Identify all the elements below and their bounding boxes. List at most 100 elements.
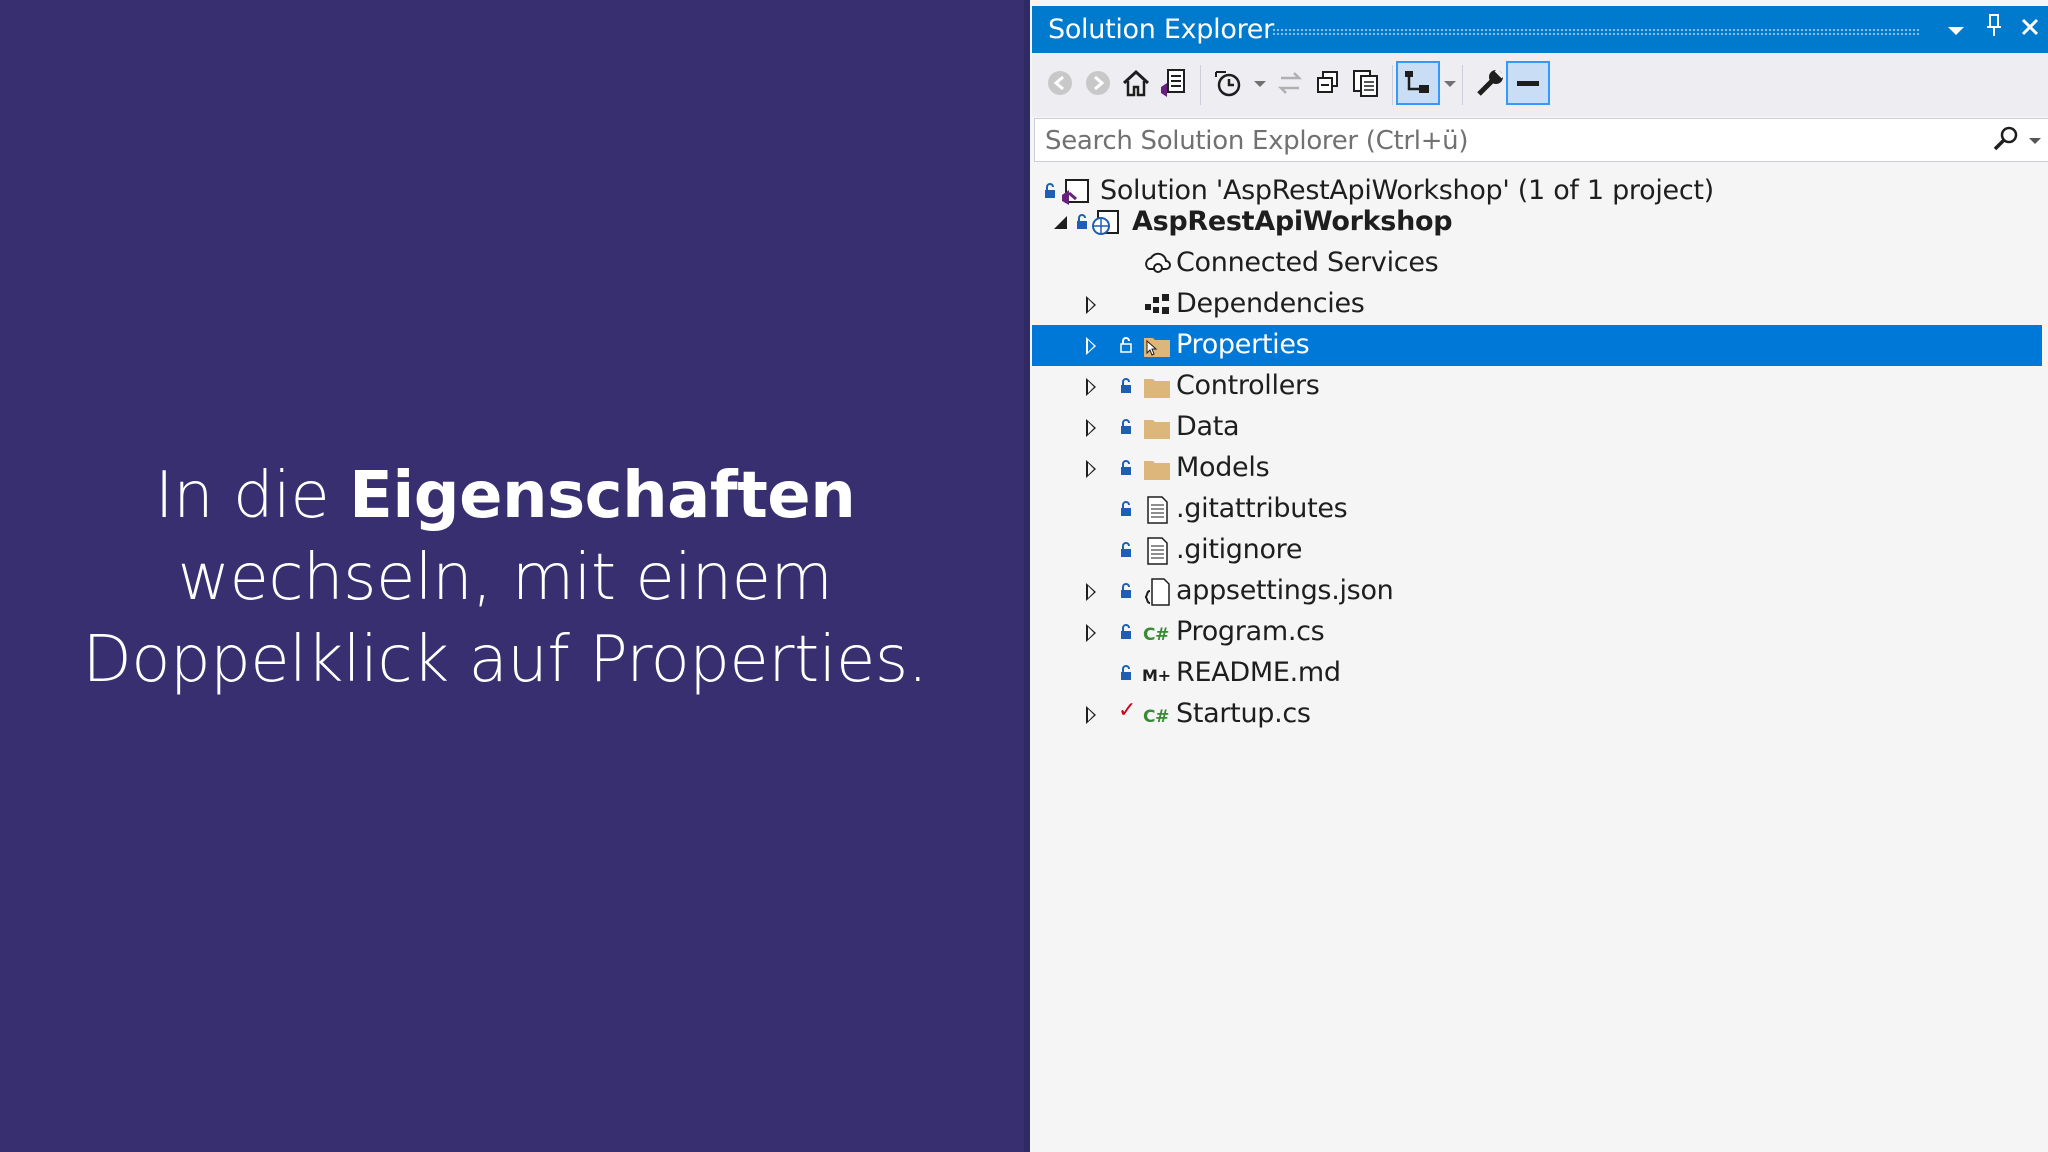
properties-folder-icon (1144, 338, 1170, 357)
markdown-file-icon: M+ (1142, 666, 1171, 685)
web-project-icon (1092, 210, 1119, 235)
csharp-file-icon: C# (1143, 625, 1169, 645)
lock-icon (1121, 583, 1131, 598)
tree-item-label: .gitignore (1176, 534, 1303, 565)
tree-item-dependencies[interactable]: Dependencies (1032, 284, 2042, 325)
switch-views-icon (1161, 69, 1185, 97)
expand-arrow-icon[interactable] (1086, 460, 1096, 478)
lock-icon (1121, 419, 1131, 434)
toolbar-separator (1200, 65, 1201, 105)
tree-item-label: Data (1176, 411, 1240, 442)
solution-explorer: Solution Explorer Search Solution Explor… (1024, 0, 2048, 1152)
tree-item-data[interactable]: Data (1032, 407, 2042, 448)
tree-item-models[interactable]: Models (1032, 448, 2042, 489)
expand-arrow-icon[interactable] (1086, 378, 1096, 396)
lock-icon (1045, 183, 1055, 198)
tree-item-startup-cs[interactable]: ✓ C# Startup.cs (1032, 694, 2042, 735)
tree-item-label: Connected Services (1176, 247, 1439, 278)
toolbar-separator (1462, 65, 1463, 105)
clock-icon (1215, 71, 1241, 97)
preview-selected-items-button[interactable] (1396, 61, 1440, 105)
expand-arrow-icon[interactable] (1086, 624, 1096, 642)
tree-item-gitignore[interactable]: .gitignore (1032, 530, 2042, 571)
tree-item-label: .gitattributes (1176, 493, 1348, 524)
tree-item-label: Controllers (1176, 370, 1320, 401)
caption-post: wechseln, mit einem Doppelklick auf Prop… (82, 541, 929, 697)
pending-changes-filter-button[interactable] (1206, 61, 1250, 105)
lock-icon (1120, 337, 1132, 353)
caption-bold: Eigenschaften (349, 459, 856, 533)
window-position-dropdown-icon[interactable] (1940, 12, 1972, 46)
dependencies-icon (1145, 294, 1169, 314)
show-all-files-button[interactable] (1344, 61, 1388, 105)
pin-icon[interactable] (1978, 12, 2010, 46)
lock-icon (1121, 501, 1131, 516)
switch-views-button[interactable] (1152, 61, 1196, 105)
tree-item-label: README.md (1176, 657, 1341, 688)
minus-icon (1517, 81, 1539, 86)
caption-panel: In die Eigenschaften wechseln, mit einem… (0, 0, 1024, 1152)
folder-icon (1144, 420, 1170, 439)
tree-item-label: AspRestApiWorkshop (1132, 206, 1453, 237)
tree-item-program-cs[interactable]: C# Program.cs (1032, 612, 2042, 653)
tree-item-connected-services[interactable]: Connected Services (1032, 243, 2042, 284)
lock-icon (1121, 624, 1131, 639)
tree-item-readme[interactable]: M+ README.md (1032, 653, 2042, 694)
expand-arrow-icon[interactable] (1086, 296, 1096, 314)
text-file-icon (1147, 496, 1168, 524)
tree-item-label: Program.cs (1176, 616, 1325, 647)
checked-out-icon: ✓ (1118, 698, 1137, 723)
tree-item-label: Models (1176, 452, 1270, 483)
toolbar-separator (1392, 65, 1393, 105)
wrench-icon (1477, 68, 1505, 96)
view-minus-button[interactable] (1506, 61, 1550, 105)
search-box[interactable] (1034, 118, 2048, 162)
tree-item-project[interactable]: AspRestApiWorkshop (1032, 202, 2042, 243)
connected-services-icon (1145, 252, 1171, 273)
expand-arrow-icon[interactable] (1086, 337, 1096, 355)
lock-icon (1121, 665, 1131, 680)
caption-text: In die Eigenschaften wechseln, mit einem… (30, 455, 980, 701)
pending-changes-dropdown-icon[interactable] (1254, 81, 1266, 87)
svg-text:C#: C# (1143, 625, 1169, 645)
tree-item-label: Dependencies (1176, 288, 1365, 319)
preview-dropdown-icon[interactable] (1444, 81, 1456, 87)
svg-text:M+: M+ (1142, 666, 1171, 685)
tree-item-label: appsettings.json (1176, 575, 1394, 606)
csharp-file-icon: C# (1143, 707, 1169, 727)
search-options-dropdown-icon[interactable] (2029, 138, 2041, 144)
svg-text:C#: C# (1143, 707, 1169, 727)
tree-item-label: Properties (1176, 329, 1310, 360)
lock-icon (1121, 542, 1131, 557)
tree-item-gitattributes[interactable]: .gitattributes (1032, 489, 2042, 530)
solution-tree: Solution 'AspRestApiWorkshop' (1 of 1 pr… (1032, 168, 2048, 1152)
caption-pre: In die (154, 459, 350, 533)
folder-icon (1144, 461, 1170, 480)
lock-icon (1121, 378, 1131, 393)
show-all-files-icon (1353, 70, 1378, 97)
title-bar: Solution Explorer (1032, 6, 2048, 53)
lock-icon (1077, 214, 1087, 229)
search-input[interactable] (1043, 123, 1947, 159)
tree-item-properties[interactable]: Properties (1032, 325, 2042, 366)
toolbar (1032, 53, 2048, 117)
sync-icon (1277, 72, 1303, 94)
tree-item-appsettings[interactable]: appsettings.json (1032, 571, 2042, 612)
lock-icon (1121, 460, 1131, 475)
text-file-icon (1147, 537, 1168, 565)
tree-item-controllers[interactable]: Controllers (1032, 366, 2042, 407)
class-view-icon (1405, 71, 1429, 93)
json-file-icon (1144, 578, 1170, 606)
expand-arrow-icon[interactable] (1086, 583, 1096, 601)
title-grip[interactable] (1272, 28, 1920, 36)
collapse-arrow-icon[interactable] (1054, 216, 1067, 229)
home-icon (1122, 69, 1150, 97)
close-icon[interactable] (2014, 12, 2046, 46)
expand-arrow-icon[interactable] (1086, 706, 1096, 724)
tree-item-label: Startup.cs (1176, 698, 1311, 729)
expand-arrow-icon[interactable] (1086, 419, 1096, 437)
panel-title: Solution Explorer (1048, 14, 1274, 45)
folder-icon (1144, 379, 1170, 398)
collapse-all-icon (1317, 71, 1338, 93)
search-icon[interactable] (1991, 124, 2021, 158)
